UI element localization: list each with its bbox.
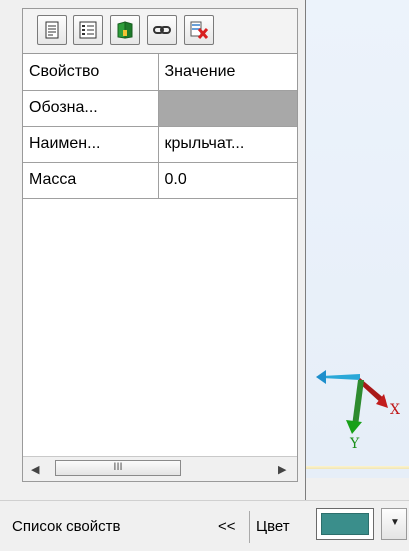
properties-toolbar <box>23 9 297 54</box>
scrollbar-thumb[interactable]: III <box>55 460 181 476</box>
property-value-cell[interactable]: крыльчат... <box>157 125 297 163</box>
column-header-property: Свойство <box>23 54 159 91</box>
list-icon <box>79 21 97 39</box>
table-row[interactable]: Наимен... крыльчат... <box>23 125 297 163</box>
color-picker-swatch[interactable] <box>316 508 374 540</box>
link-button[interactable] <box>147 15 177 45</box>
properties-doc-icon <box>45 21 59 39</box>
y-axis-head <box>346 420 362 434</box>
table-row[interactable]: Масса 0.0 <box>23 161 297 199</box>
color-label: Цвет <box>256 518 290 535</box>
scroll-right-arrow-icon[interactable]: ▶ <box>278 463 286 476</box>
horizontal-scrollbar[interactable]: ◀ III ▶ <box>23 456 297 481</box>
y-axis-label: Y <box>349 436 360 452</box>
viewport-bottom-strip <box>306 466 409 469</box>
properties-doc-button[interactable] <box>37 15 67 45</box>
axes-triad: X Y <box>316 370 400 452</box>
color-fill <box>321 513 369 535</box>
properties-frame: Свойство Значение Обозна... Наимен... кр… <box>22 8 298 482</box>
z-axis <box>322 374 360 380</box>
table-header-row: Свойство Значение <box>23 54 297 91</box>
book-button[interactable] <box>110 15 140 45</box>
book-icon <box>117 21 133 39</box>
status-divider <box>249 511 250 543</box>
column-header-value: Значение <box>157 54 297 91</box>
property-name-cell[interactable]: Наимен... <box>23 125 159 163</box>
properties-list-label[interactable]: Список свойств <box>12 518 120 535</box>
x-axis-label: X <box>390 402 400 418</box>
list-button[interactable] <box>73 15 103 45</box>
collapse-button[interactable]: << <box>218 518 236 535</box>
z-axis-head <box>316 370 326 384</box>
panel-divider[interactable] <box>305 0 306 500</box>
property-name-cell[interactable]: Масса <box>23 161 159 199</box>
delete-button[interactable] <box>184 15 214 45</box>
properties-table: Свойство Значение Обозна... Наимен... кр… <box>23 54 297 199</box>
property-value-cell[interactable]: 0.0 <box>157 161 297 199</box>
chevron-down-icon: ▼ <box>390 517 400 528</box>
property-value-cell[interactable] <box>157 89 297 127</box>
link-icon <box>153 26 171 34</box>
scroll-left-arrow-icon[interactable]: ◀ <box>31 463 39 476</box>
color-dropdown-button[interactable]: ▼ <box>381 508 407 540</box>
delete-icon <box>190 21 209 39</box>
properties-panel: Свойство Значение Обозна... Наимен... кр… <box>0 0 306 500</box>
y-axis <box>352 380 364 426</box>
table-row[interactable]: Обозна... <box>23 89 297 127</box>
property-name-cell[interactable]: Обозна... <box>23 89 159 127</box>
